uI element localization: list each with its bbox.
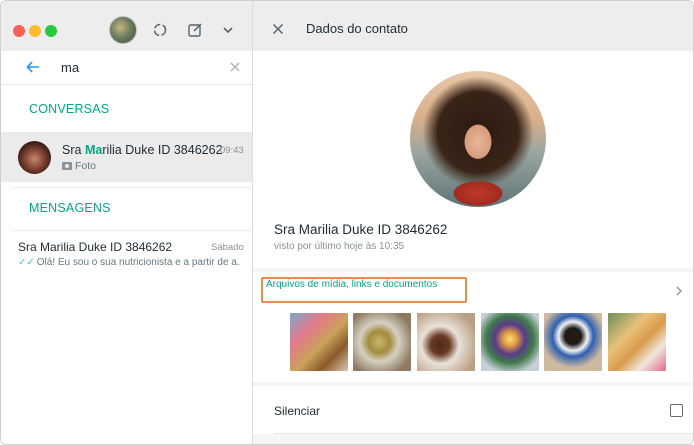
chevron-right-icon[interactable] bbox=[674, 284, 684, 296]
new-chat-icon[interactable] bbox=[186, 21, 204, 39]
message-date: Sábado bbox=[211, 242, 244, 253]
contact-info-pane: Dados do contato Sra Marilia Duke ID 384… bbox=[253, 1, 693, 444]
chat-subtitle-text: Foto bbox=[75, 160, 97, 172]
media-thumbnail[interactable] bbox=[544, 313, 602, 371]
section-title-messages: MENSAGENS bbox=[29, 201, 111, 215]
divider bbox=[274, 433, 693, 434]
mute-row[interactable]: Silenciar bbox=[253, 386, 693, 434]
mute-checkbox[interactable] bbox=[670, 404, 683, 417]
status-icon[interactable] bbox=[151, 21, 169, 39]
section-title-conversations: CONVERSAS bbox=[29, 102, 110, 116]
my-avatar[interactable] bbox=[109, 16, 137, 44]
media-thumbnail[interactable] bbox=[481, 313, 539, 371]
contact-info-title: Dados do contato bbox=[306, 21, 408, 36]
media-section: Arquivos de mídia, links e documentos bbox=[253, 272, 693, 382]
read-ticks-icon: ✓✓ bbox=[18, 257, 35, 268]
chevron-down-icon[interactable] bbox=[219, 21, 237, 39]
media-thumbnail[interactable] bbox=[417, 313, 475, 371]
media-thumbnail[interactable] bbox=[608, 313, 666, 371]
clear-search-icon[interactable] bbox=[229, 60, 241, 72]
left-header bbox=[1, 1, 252, 51]
search-input[interactable]: ma bbox=[61, 60, 79, 75]
contact-info-header: Dados do contato bbox=[253, 1, 693, 51]
message-preview-text: Olá! Eu sou o sua nutricionista e a part… bbox=[36, 257, 240, 268]
search-bar: ma bbox=[1, 51, 252, 85]
app-window: ma CONVERSAS Sra Marilia Duke ID 3846262… bbox=[0, 0, 694, 445]
back-arrow-icon[interactable] bbox=[25, 59, 41, 75]
profile-name: Sra Marilia Duke ID 3846262 bbox=[274, 222, 448, 237]
chat-list-item[interactable]: Sra Marilia Duke ID 3846262 09:43 Foto bbox=[1, 132, 252, 182]
media-thumbnail[interactable] bbox=[290, 313, 348, 371]
message-result-item[interactable]: Sra Marilia Duke ID 3846262 Sábado ✓✓ Olá… bbox=[1, 233, 252, 277]
window-minimize-button[interactable] bbox=[29, 25, 41, 37]
window-zoom-button[interactable] bbox=[45, 25, 57, 37]
divider bbox=[11, 187, 252, 188]
contact-avatar bbox=[18, 141, 51, 174]
last-seen-status: visto por último hoje às 10:35 bbox=[274, 241, 405, 252]
camera-icon bbox=[62, 162, 72, 170]
media-thumbnail[interactable] bbox=[353, 313, 411, 371]
message-sender: Sra Marilia Duke ID 3846262 bbox=[18, 240, 173, 254]
media-links-docs-link[interactable]: Arquivos de mídia, links e documentos bbox=[266, 279, 437, 290]
chat-time: 09:43 bbox=[220, 145, 244, 156]
close-icon[interactable] bbox=[272, 22, 284, 35]
chat-name: Sra Marilia Duke ID 3846262 bbox=[62, 143, 223, 157]
search-highlight: Ma bbox=[84, 143, 103, 157]
chat-list-pane: ma CONVERSAS Sra Marilia Duke ID 3846262… bbox=[1, 1, 253, 444]
mute-label: Silenciar bbox=[274, 404, 321, 418]
chat-subtitle: Foto bbox=[62, 160, 96, 172]
profile-photo[interactable] bbox=[410, 71, 546, 207]
window-close-button[interactable] bbox=[13, 25, 25, 37]
message-preview: ✓✓ Olá! Eu sou o sua nutricionista e a pa… bbox=[18, 257, 240, 268]
divider bbox=[11, 230, 252, 231]
profile-card: Sra Marilia Duke ID 3846262 visto por úl… bbox=[253, 51, 693, 268]
